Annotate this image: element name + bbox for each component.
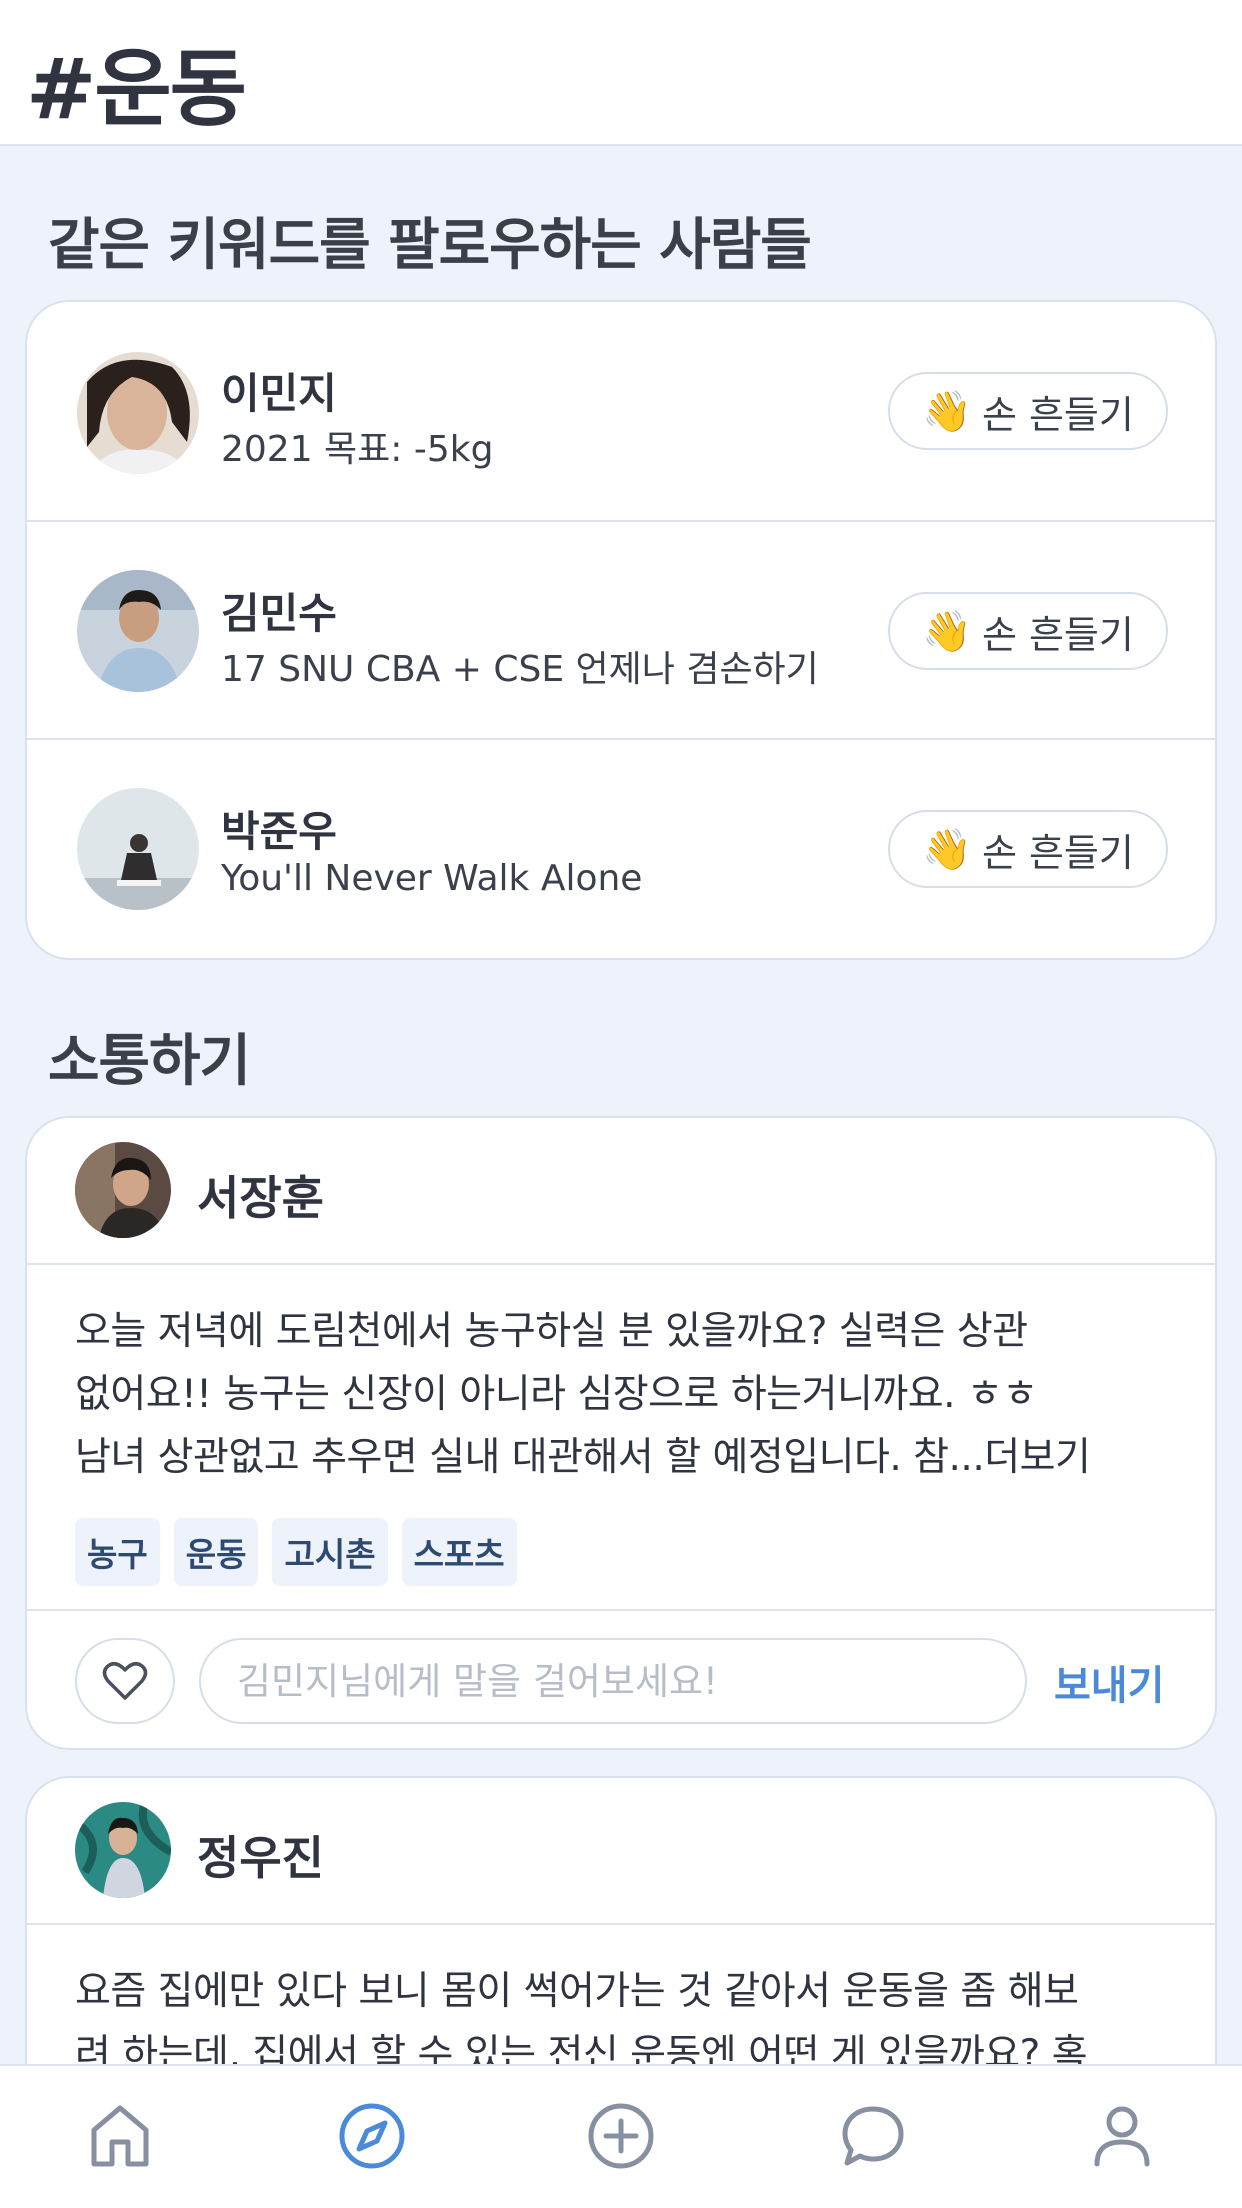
heart-icon: [102, 1662, 148, 1700]
waving-hand-icon: 👋: [922, 388, 972, 435]
nav-profile[interactable]: [1082, 2096, 1162, 2176]
person-name: 김민수: [221, 589, 337, 638]
comment-input[interactable]: [199, 1638, 1027, 1724]
avatar[interactable]: [77, 352, 199, 474]
top-header: #운동: [0, 0, 1242, 146]
page-title: #운동: [26, 40, 247, 138]
post-text-line: 없어요!! 농구는 신장이 아니라 심장으로 하는거니까요. ㅎㅎ: [75, 1372, 1038, 1417]
post-author[interactable]: 정우진: [197, 1822, 324, 1888]
waving-hand-icon: 👋: [922, 608, 972, 655]
wave-button[interactable]: 👋 손 흔들기: [888, 372, 1168, 450]
compass-icon: [339, 2103, 405, 2169]
chat-icon: [842, 2106, 904, 2166]
tag[interactable]: 스포츠: [401, 1518, 517, 1586]
bottom-navigation: [0, 2064, 1242, 2208]
wave-button[interactable]: 👋 손 흔들기: [888, 592, 1168, 670]
nav-explore[interactable]: [332, 2096, 412, 2176]
like-button[interactable]: [75, 1638, 175, 1724]
post-card: 서장훈 오늘 저녁에 도림천에서 농구하실 분 있을까요? 실력은 상관 없어요…: [25, 1116, 1217, 1750]
nav-create[interactable]: [581, 2096, 661, 2176]
person-status: 2021 목표: -5kg: [221, 429, 494, 470]
post-header: 정우진: [27, 1778, 1215, 1925]
wave-button-label: 손 흔들기: [981, 392, 1134, 437]
nav-chat[interactable]: [833, 2096, 913, 2176]
community-section-title: 소통하기: [48, 1029, 251, 1094]
person-name: 이민지: [221, 369, 337, 418]
person-name: 박준우: [221, 807, 337, 856]
author-avatar[interactable]: [75, 1142, 171, 1238]
person-status: You'll Never Walk Alone: [221, 858, 643, 899]
post-text-line: 오늘 저녁에 도림천에서 농구하실 분 있을까요? 실력은 상관: [75, 1309, 1028, 1354]
post-text-line: 요즘 집에만 있다 보니 몸이 썩어가는 것 같아서 운동을 좀 해보: [75, 1969, 1079, 2014]
profile-icon: [1094, 2106, 1150, 2167]
post-footer: 보내기: [27, 1609, 1215, 1748]
post-header: 서장훈: [27, 1118, 1215, 1265]
send-button[interactable]: 보내기: [1054, 1653, 1164, 1711]
post-text-line: 남녀 상관없고 추우면 실내 대관해서 할 예정입니다. 참...더보기: [75, 1435, 1091, 1480]
post-author[interactable]: 서장훈: [197, 1162, 324, 1228]
tag[interactable]: 농구: [75, 1518, 160, 1586]
post-body[interactable]: 오늘 저녁에 도림천에서 농구하실 분 있을까요? 실력은 상관 없어요!! 농…: [75, 1300, 1185, 1489]
tag-list: 농구 운동 고시촌 스포츠: [75, 1518, 517, 1586]
wave-button-label: 손 흔들기: [981, 612, 1134, 657]
plus-circle-icon: [588, 2103, 654, 2169]
person-row[interactable]: 이민지 2021 목표: -5kg 👋 손 흔들기: [27, 302, 1215, 520]
followers-card: 이민지 2021 목표: -5kg 👋 손 흔들기 김민수 17 SNU CBA…: [25, 300, 1217, 960]
waving-hand-icon: 👋: [922, 826, 972, 873]
wave-button[interactable]: 👋 손 흔들기: [888, 810, 1168, 888]
author-avatar[interactable]: [75, 1802, 171, 1898]
person-row[interactable]: 김민수 17 SNU CBA + CSE 언제나 겸손하기 👋 손 흔들기: [27, 520, 1215, 738]
tag[interactable]: 고시촌: [272, 1518, 388, 1586]
person-row[interactable]: 박준우 You'll Never Walk Alone 👋 손 흔들기: [27, 738, 1215, 956]
home-icon: [91, 2105, 149, 2167]
wave-button-label: 손 흔들기: [981, 830, 1134, 875]
nav-home[interactable]: [80, 2096, 160, 2176]
followers-section-title: 같은 키워드를 팔로우하는 사람들: [48, 213, 812, 278]
avatar[interactable]: [77, 788, 199, 910]
tag[interactable]: 운동: [173, 1518, 259, 1586]
avatar[interactable]: [77, 570, 199, 692]
person-status: 17 SNU CBA + CSE 언제나 겸손하기: [221, 649, 819, 690]
